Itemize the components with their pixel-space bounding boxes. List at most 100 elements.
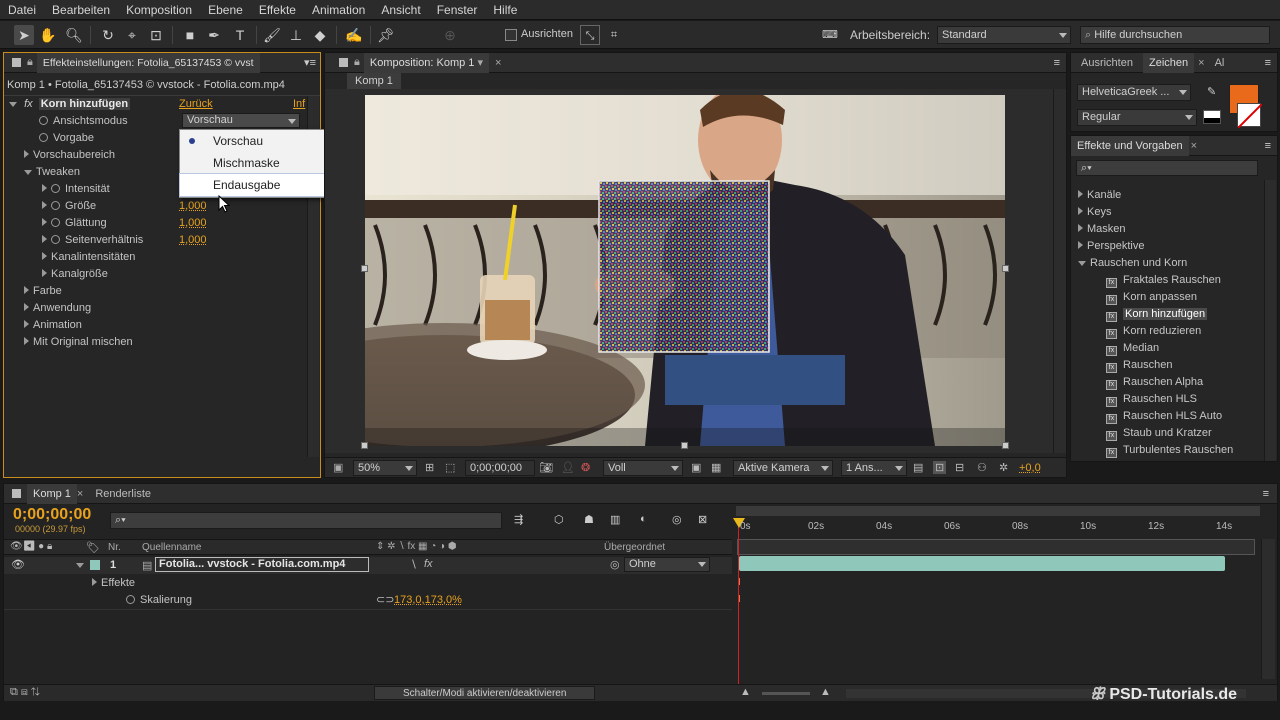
panel-menu-icon[interactable]: ≡ <box>1263 488 1269 500</box>
effects-scrollbar[interactable] <box>1264 180 1276 461</box>
expand-triangle-icon[interactable] <box>42 252 47 260</box>
time-navigator[interactable] <box>737 539 1255 555</box>
close-tab-icon[interactable]: × <box>1191 140 1197 152</box>
panel-close-square-icon[interactable] <box>12 489 21 498</box>
help-search-field[interactable]: ⌕ Hilfe durchsuchen <box>1080 26 1270 44</box>
effect-category[interactable]: Masken <box>1072 221 1258 238</box>
expand-triangle-icon[interactable] <box>42 184 47 192</box>
draft-3d-icon[interactable]: ⬡ <box>554 513 564 526</box>
tab-effect-controls[interactable]: Effekteinstellungen: Fotolia_65137453 © … <box>36 52 260 73</box>
eraser-tool-icon[interactable]: ◆ <box>310 25 330 45</box>
seitenverhaeltnis-value[interactable]: 1,000 <box>179 232 207 249</box>
effect-item[interactable]: fx Turbulentes Rauschen <box>1072 442 1258 459</box>
menu-fenster[interactable]: Fenster <box>429 3 486 17</box>
expand-triangle-icon[interactable] <box>24 337 29 345</box>
exposure-value[interactable]: +0,0 <box>1019 462 1041 474</box>
kanalintensitaeten-row[interactable]: Kanalintensitäten <box>42 249 135 266</box>
effect-item[interactable]: fx Korn hinzufügen <box>1072 306 1258 323</box>
anwendung-row[interactable]: Anwendung <box>24 300 91 317</box>
tab-renderliste[interactable]: Renderliste <box>89 484 157 504</box>
snapshot-icon[interactable]: 📷︎ <box>539 461 553 474</box>
expand-triangle-icon[interactable] <box>24 303 29 311</box>
transform-handle[interactable] <box>361 442 368 449</box>
effekte-row[interactable]: Effekte <box>92 575 135 592</box>
expand-triangle-icon[interactable] <box>42 218 47 226</box>
expand-triangle-icon[interactable] <box>1078 207 1083 215</box>
text-tool-icon[interactable]: T <box>230 25 250 45</box>
lock-icon[interactable]: 🔒︎ <box>27 56 33 69</box>
comp-mini-flowchart-icon[interactable]: ⇶ <box>514 513 523 526</box>
expand-triangle-icon[interactable] <box>42 201 47 209</box>
graph-editor-icon[interactable]: ⊠ <box>698 513 707 526</box>
dropdown-item-mischmaske[interactable]: Mischmaske <box>180 152 331 174</box>
stopwatch-icon[interactable] <box>126 595 135 604</box>
kanalgroesse-row[interactable]: Kanalgröße <box>42 266 108 283</box>
close-tab-icon[interactable]: × <box>495 57 501 69</box>
groesse-row[interactable]: Größe 1,000 <box>42 198 312 215</box>
vorschaubereich-row[interactable]: Vorschaubereich <box>24 147 115 164</box>
skalierung-value[interactable]: 173,0,173,0% <box>394 592 462 609</box>
fx-switch-icon[interactable]: fx <box>424 558 433 570</box>
tab-zeichen[interactable]: Zeichen <box>1142 52 1195 73</box>
clone-stamp-tool-icon[interactable]: ⊥ <box>286 25 306 45</box>
effect-item[interactable]: fx Rauschen <box>1072 357 1258 374</box>
effect-item[interactable]: fx Rauschen Alpha <box>1072 374 1258 391</box>
mit-original-row[interactable]: Mit Original mischen <box>24 334 133 351</box>
puppet-tool-icon[interactable]: 📌︎ <box>376 25 396 45</box>
constrain-link-icon[interactable]: ⊂⊃ <box>376 592 394 609</box>
rotate-tool-icon[interactable]: ↻ <box>98 25 118 45</box>
expand-triangle-icon[interactable] <box>1078 241 1083 249</box>
stopwatch-icon[interactable] <box>51 201 60 210</box>
selection-tool-icon[interactable]: ➤ <box>14 25 34 45</box>
effect-category[interactable]: Perspektive <box>1072 238 1258 255</box>
timeline-icon[interactable]: ⊟ <box>955 461 964 474</box>
close-tab-icon[interactable]: × <box>77 488 83 500</box>
rectangle-tool-icon[interactable]: ■ <box>180 25 200 45</box>
layer-search-input[interactable]: ⌕▾ <box>110 512 502 529</box>
zoom-tool-icon[interactable]: 🔍︎ <box>64 25 84 45</box>
menu-animation[interactable]: Animation <box>304 3 373 17</box>
effect-category[interactable]: Rauschen und Korn <box>1072 255 1258 272</box>
dropdown-item-vorschau[interactable]: Vorschau <box>180 130 331 152</box>
exposure-reset-icon[interactable]: ✲ <box>999 461 1008 474</box>
menu-komposition[interactable]: Komposition <box>118 3 200 17</box>
zoom-out-icon[interactable]: ▲ <box>740 686 751 698</box>
menu-bearbeiten[interactable]: Bearbeiten <box>44 3 118 17</box>
fx-icon[interactable]: fx <box>24 98 33 110</box>
menu-hilfe[interactable]: Hilfe <box>485 3 525 17</box>
region-of-interest-icon[interactable]: ⬚ <box>445 461 455 474</box>
layer-name[interactable]: Fotolia... vvstock - Fotolia.com.mp4 <box>155 557 369 572</box>
stopwatch-icon[interactable] <box>51 218 60 227</box>
effect-item[interactable]: fx Rauschen HLS <box>1072 391 1258 408</box>
effect-item[interactable]: fx Fraktales Rauschen <box>1072 272 1258 289</box>
stopwatch-icon[interactable] <box>51 184 60 193</box>
views-select[interactable]: 1 Ans... <box>841 460 907 476</box>
eyedropper-icon[interactable]: ✎ <box>1207 85 1216 98</box>
font-style-select[interactable]: Regular <box>1077 109 1197 126</box>
timeline-zoom-slider[interactable] <box>762 692 810 695</box>
tweaken-row[interactable]: Tweaken <box>24 164 80 181</box>
frame-blending-icon[interactable]: ▥ <box>610 513 620 526</box>
lock-icon[interactable]: 🔒︎ <box>354 56 360 69</box>
layer-row[interactable]: 👁︎ 1 ▤ Fotolia... vvstock - Fotolia.com.… <box>4 557 732 574</box>
resolution-select[interactable]: Voll <box>603 460 683 476</box>
workspace-keyboard-icon[interactable]: ⌨ <box>820 25 840 45</box>
fast-preview-icon[interactable]: ▣ <box>691 461 701 474</box>
expand-triangle-icon[interactable] <box>92 578 97 586</box>
effect-item[interactable]: fx Korn reduzieren <box>1072 323 1258 340</box>
groesse-value[interactable]: 1,000 <box>179 198 207 215</box>
workspace-select[interactable]: Standard <box>937 26 1071 44</box>
hand-tool-icon[interactable]: ✋ <box>38 25 58 45</box>
show-snapshot-icon[interactable]: 👤︎ <box>561 461 575 474</box>
tab-effekte-vorgaben[interactable]: Effekte und Vorgaben <box>1071 135 1189 156</box>
menu-datei[interactable]: Datei <box>0 3 44 17</box>
video-frame[interactable] <box>365 95 1005 446</box>
glaettung-row[interactable]: Glättung 1,000 <box>42 215 312 232</box>
skalierung-row[interactable]: Skalierung ⊂⊃ 173,0,173,0% <box>126 592 526 609</box>
expand-triangle-icon[interactable] <box>42 235 47 243</box>
pan-behind-tool-icon[interactable]: ⊡ <box>146 25 166 45</box>
channel-icon[interactable]: ❂ <box>581 461 590 474</box>
camera-tool-icon[interactable]: ⌖ <box>122 25 142 45</box>
parent-select[interactable]: Ohne <box>624 557 710 572</box>
dropdown-item-endausgabe[interactable]: Endausgabe <box>179 173 332 197</box>
